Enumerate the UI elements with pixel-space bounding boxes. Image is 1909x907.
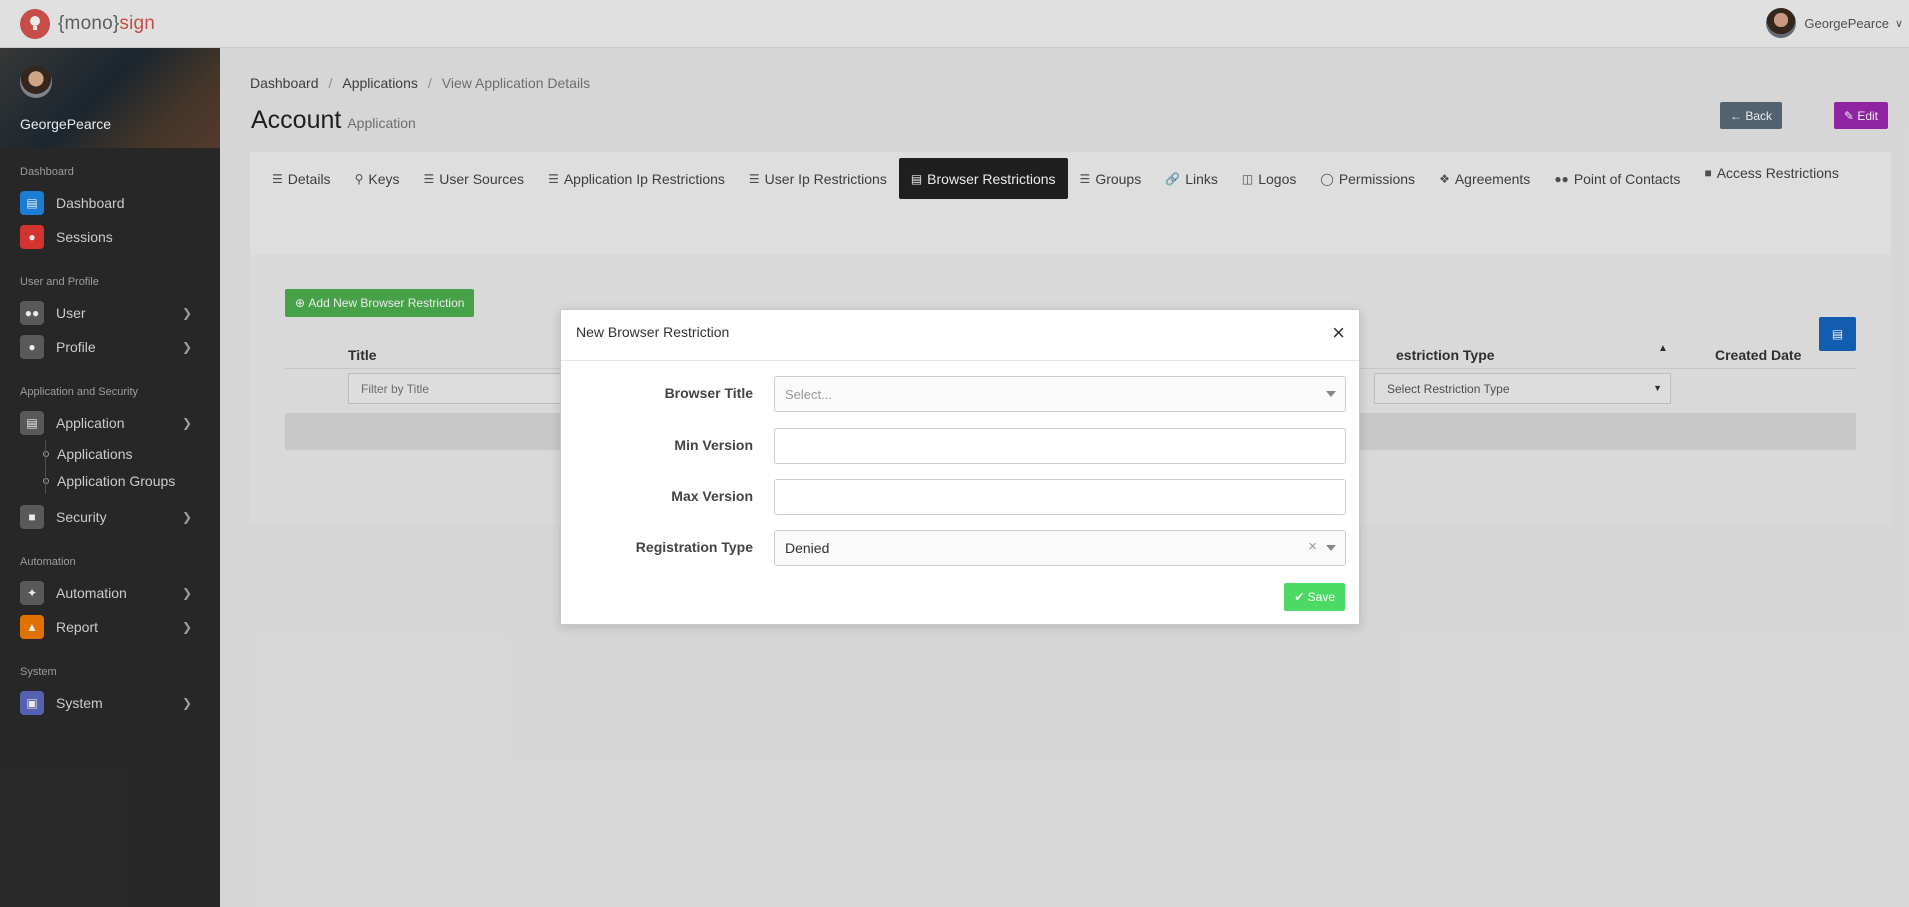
check-icon: ✔	[1294, 590, 1308, 604]
registration-type-label: Registration Type	[635, 539, 753, 555]
min-version-label: Min Version	[674, 437, 753, 453]
browser-title-row: Browser Title Select...	[561, 376, 1361, 412]
max-version-label: Max Version	[671, 488, 753, 504]
browser-title-label: Browser Title	[664, 385, 753, 401]
close-icon[interactable]: ×	[1332, 322, 1345, 344]
caret-down-icon	[1326, 391, 1336, 397]
new-browser-restriction-modal: New Browser Restriction × Browser Title …	[560, 309, 1360, 625]
save-button[interactable]: ✔ Save	[1284, 583, 1345, 611]
modal-header: New Browser Restriction ×	[561, 310, 1359, 361]
min-version-row: Min Version	[561, 428, 1361, 464]
max-version-input[interactable]	[774, 479, 1346, 515]
clear-icon[interactable]: ×	[1308, 538, 1317, 555]
browser-title-select[interactable]: Select...	[774, 376, 1346, 412]
registration-type-select[interactable]: Denied ×	[774, 530, 1346, 566]
registration-type-row: Registration Type Denied ×	[561, 530, 1361, 566]
modal-title: New Browser Restriction	[576, 324, 730, 340]
max-version-row: Max Version	[561, 479, 1361, 515]
caret-down-icon	[1326, 545, 1336, 551]
min-version-input[interactable]	[774, 428, 1346, 464]
